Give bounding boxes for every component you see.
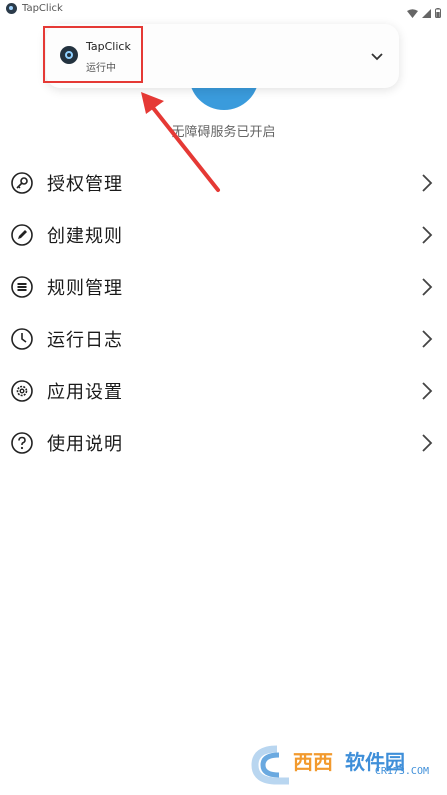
menu-item-label: 使用说明 — [47, 434, 123, 455]
clock-icon — [11, 328, 33, 350]
chevron-right-icon — [421, 277, 433, 297]
list-icon — [11, 276, 33, 298]
annotation-highlight-box — [43, 26, 143, 83]
watermark-site: CR173.COM — [374, 766, 429, 777]
chevron-right-icon — [421, 173, 433, 193]
signal-icon — [422, 3, 431, 22]
menu-item-app-settings[interactable]: 应用设置 — [0, 365, 447, 417]
status-bar-app-title: TapClick — [22, 3, 63, 14]
key-icon — [11, 172, 33, 194]
chevron-right-icon — [421, 329, 433, 349]
main-menu: 授权管理 创建规则 规则管理 运行日志 应用设置 使用说明 — [0, 157, 447, 469]
chevron-right-icon — [421, 433, 433, 453]
chevron-right-icon — [421, 381, 433, 401]
status-icons — [407, 3, 441, 22]
menu-item-label: 规则管理 — [47, 278, 123, 299]
battery-icon — [435, 3, 441, 22]
pencil-icon — [11, 224, 33, 246]
menu-item-run-log[interactable]: 运行日志 — [0, 313, 447, 365]
menu-item-rule-manage[interactable]: 规则管理 — [0, 261, 447, 313]
menu-item-create-rule[interactable]: 创建规则 — [0, 209, 447, 261]
menu-item-label: 创建规则 — [47, 226, 123, 247]
help-icon — [11, 432, 33, 454]
gear-icon — [11, 380, 33, 402]
watermark-logo: 西西 软件园 CR173.COM — [249, 743, 439, 787]
menu-item-help[interactable]: 使用说明 — [0, 417, 447, 469]
app-icon — [6, 3, 17, 14]
chevron-down-icon[interactable] — [369, 48, 385, 64]
menu-item-label: 授权管理 — [47, 174, 123, 195]
status-bar: TapClick — [0, 0, 447, 18]
menu-item-label: 运行日志 — [47, 330, 123, 351]
wifi-icon — [407, 3, 418, 22]
menu-item-label: 应用设置 — [47, 382, 123, 403]
service-status-text: 无障碍服务已开启 — [171, 125, 276, 140]
svg-text:西西: 西西 — [293, 750, 333, 774]
chevron-right-icon — [421, 225, 433, 245]
menu-item-auth[interactable]: 授权管理 — [0, 157, 447, 209]
